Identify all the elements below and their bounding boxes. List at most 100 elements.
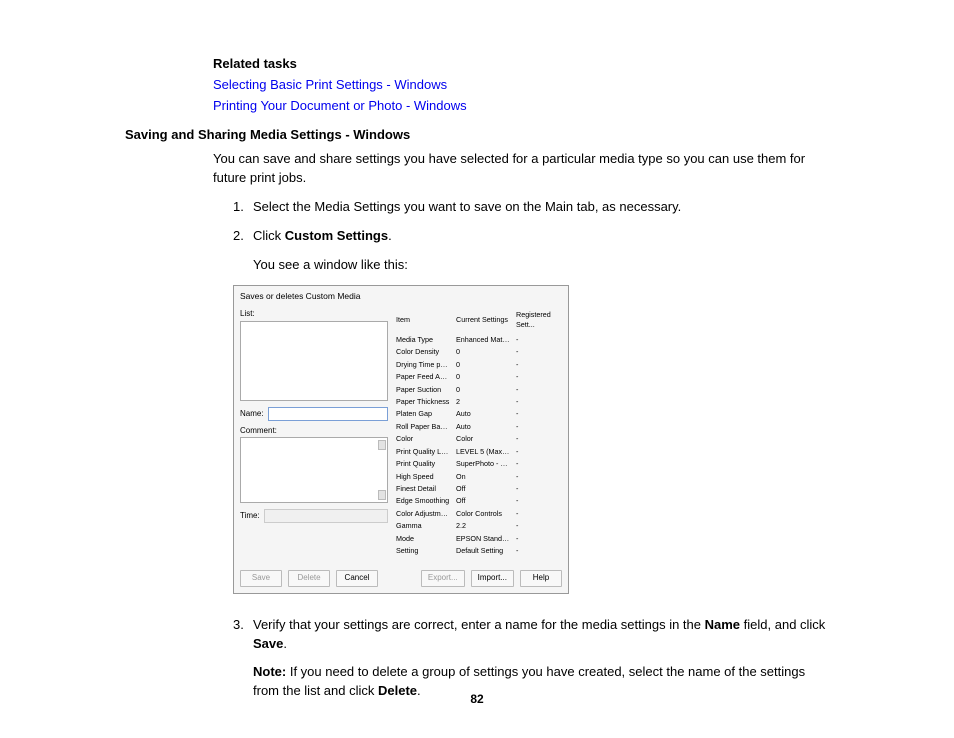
table-row: Roll Paper Back ...Auto-: [394, 421, 562, 433]
help-button[interactable]: Help: [520, 570, 562, 587]
table-cell: Mode: [394, 533, 454, 545]
table-row: High SpeedOn-: [394, 471, 562, 483]
table-cell: Color: [454, 433, 514, 445]
table-cell: -: [514, 471, 562, 483]
table-row: Paper Feed Adju...0-: [394, 371, 562, 383]
intro-paragraph: You can save and share settings you have…: [213, 150, 829, 188]
table-row: Media TypeEnhanced Matt...-: [394, 334, 562, 346]
step-3-bold1: Name: [705, 617, 740, 632]
dialog-title: Saves or deletes Custom Media: [234, 286, 568, 304]
delete-button[interactable]: Delete: [288, 570, 330, 587]
scroll-down-icon[interactable]: [378, 490, 386, 500]
table-cell: Edge Smoothing: [394, 495, 454, 507]
table-cell: Drying Time per ...: [394, 359, 454, 371]
related-link-2[interactable]: Printing Your Document or Photo - Window…: [213, 97, 829, 116]
step-2-line2: You see a window like this:: [253, 256, 829, 275]
comment-textarea[interactable]: [240, 437, 388, 503]
table-cell: -: [514, 421, 562, 433]
table-cell: Print Quality Level: [394, 446, 454, 458]
table-cell: Roll Paper Back ...: [394, 421, 454, 433]
note-bold: Delete: [378, 683, 417, 698]
time-label: Time:: [240, 510, 260, 522]
table-cell: Gamma: [394, 520, 454, 532]
step-2-pre: Click: [253, 228, 285, 243]
table-cell: Print Quality: [394, 458, 454, 470]
table-cell: -: [514, 533, 562, 545]
dialog-button-row: Save Delete Cancel Export... Import... H…: [234, 564, 568, 593]
import-button[interactable]: Import...: [471, 570, 514, 587]
table-cell: Paper Suction: [394, 384, 454, 396]
save-button[interactable]: Save: [240, 570, 282, 587]
table-cell: -: [514, 545, 562, 557]
step-1: Select the Media Settings you want to sa…: [233, 198, 829, 217]
table-row: Edge SmoothingOff-: [394, 495, 562, 507]
table-cell: -: [514, 433, 562, 445]
table-cell: 2.2: [454, 520, 514, 532]
table-row: Paper Thickness2-: [394, 396, 562, 408]
steps-list: Select the Media Settings you want to sa…: [233, 198, 829, 275]
export-button[interactable]: Export...: [421, 570, 465, 587]
note-text: If you need to delete a group of setting…: [253, 664, 805, 698]
table-cell: -: [514, 346, 562, 358]
table-row: ModeEPSON Standar...-: [394, 533, 562, 545]
table-cell: -: [514, 396, 562, 408]
name-label: Name:: [240, 408, 264, 420]
section-heading: Saving and Sharing Media Settings - Wind…: [125, 126, 829, 145]
related-link-1[interactable]: Selecting Basic Print Settings - Windows: [213, 76, 829, 95]
table-row: Finest DetailOff-: [394, 483, 562, 495]
table-cell: 0: [454, 384, 514, 396]
table-cell: -: [514, 384, 562, 396]
table-cell: -: [514, 371, 562, 383]
cancel-button[interactable]: Cancel: [336, 570, 378, 587]
step-2-post: .: [388, 228, 392, 243]
col-registered: Registered Sett...: [514, 308, 562, 334]
table-cell: Off: [454, 495, 514, 507]
table-cell: -: [514, 520, 562, 532]
table-cell: Finest Detail: [394, 483, 454, 495]
table-cell: -: [514, 508, 562, 520]
steps-list-cont: Verify that your settings are correct, e…: [233, 616, 829, 701]
list-label: List:: [240, 308, 388, 320]
settings-table: Item Current Settings Registered Sett...…: [394, 308, 562, 558]
table-cell: EPSON Standar...: [454, 533, 514, 545]
table-cell: -: [514, 334, 562, 346]
col-item: Item: [394, 308, 454, 334]
table-row: Color AdjustmentColor Controls-: [394, 508, 562, 520]
table-cell: -: [514, 458, 562, 470]
time-display: [264, 509, 388, 523]
table-cell: Color: [394, 433, 454, 445]
table-cell: Paper Feed Adju...: [394, 371, 454, 383]
table-cell: Auto: [454, 421, 514, 433]
note-paragraph: Note: If you need to delete a group of s…: [253, 663, 829, 701]
step-3-mid: field, and click: [740, 617, 825, 632]
table-cell: LEVEL 5 (Max Q...: [454, 446, 514, 458]
table-cell: Setting: [394, 545, 454, 557]
related-tasks-heading: Related tasks: [213, 55, 829, 74]
table-cell: 0: [454, 346, 514, 358]
table-cell: -: [514, 495, 562, 507]
related-tasks-block: Related tasks Selecting Basic Print Sett…: [213, 55, 829, 116]
step-3: Verify that your settings are correct, e…: [233, 616, 829, 701]
step-2: Click Custom Settings. You see a window …: [233, 227, 829, 275]
step-3-bold2: Save: [253, 636, 283, 651]
name-input[interactable]: [268, 407, 388, 421]
step-3-pre: Verify that your settings are correct, e…: [253, 617, 705, 632]
scroll-up-icon[interactable]: [378, 440, 386, 450]
table-cell: High Speed: [394, 471, 454, 483]
note-label: Note:: [253, 664, 286, 679]
table-cell: Media Type: [394, 334, 454, 346]
custom-media-dialog: Saves or deletes Custom Media List: Name…: [233, 285, 569, 594]
dialog-screenshot: Saves or deletes Custom Media List: Name…: [233, 285, 829, 594]
table-cell: Auto: [454, 408, 514, 420]
table-cell: On: [454, 471, 514, 483]
settings-listbox[interactable]: [240, 321, 388, 401]
table-cell: Color Adjustment: [394, 508, 454, 520]
table-row: SettingDefault Setting-: [394, 545, 562, 557]
table-row: Paper Suction0-: [394, 384, 562, 396]
table-cell: -: [514, 359, 562, 371]
col-current: Current Settings: [454, 308, 514, 334]
table-cell: Paper Thickness: [394, 396, 454, 408]
comment-label: Comment:: [240, 425, 388, 437]
table-row: Print Quality LevelLEVEL 5 (Max Q...-: [394, 446, 562, 458]
table-cell: SuperPhoto - 2...: [454, 458, 514, 470]
